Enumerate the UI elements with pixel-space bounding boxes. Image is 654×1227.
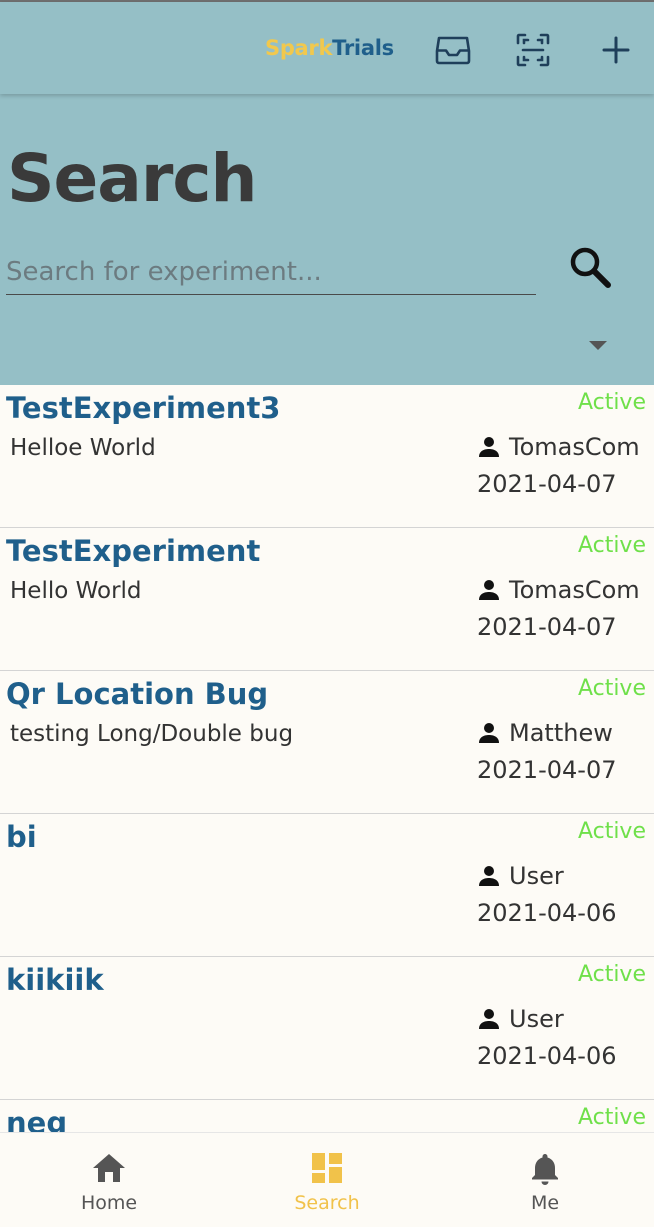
experiment-item[interactable]: kiikiik Active User 2021-04-06: [0, 957, 654, 1100]
qr-scan-button[interactable]: [513, 30, 553, 70]
experiment-owner: TomasCom: [478, 433, 640, 461]
home-icon: [93, 1154, 125, 1182]
experiment-date: 2021-04-06: [477, 1042, 617, 1070]
experiment-title: bi: [6, 820, 37, 854]
qr-scan-icon: [516, 33, 550, 67]
status-badge: Active: [577, 390, 646, 415]
experiment-item[interactable]: TestExperiment Hello World Active TomasCom 2…: [0, 528, 654, 671]
experiment-item[interactable]: neg Active: [0, 1100, 654, 1132]
status-badge: Active: [577, 533, 646, 558]
status-badge: Active: [577, 819, 646, 844]
person-icon: [479, 1009, 499, 1029]
experiment-title: Qr Location Bug: [6, 677, 269, 711]
experiment-description: Hello World: [10, 578, 142, 604]
nav-me-label: Me: [530, 1192, 560, 1214]
person-icon: [479, 437, 499, 457]
app-bar: SparkTrials: [0, 2, 654, 94]
experiment-date: 2021-04-07: [477, 613, 617, 641]
add-icon: [602, 36, 630, 64]
status-badge: Active: [577, 962, 646, 987]
experiment-owner-name: User: [509, 862, 564, 890]
search-header: Search: [0, 94, 654, 385]
person-icon: [479, 866, 499, 886]
inbox-icon: [435, 36, 471, 65]
experiment-description: Helloe World: [10, 435, 156, 461]
experiment-date: 2021-04-07: [477, 470, 617, 498]
bell-icon: [532, 1154, 558, 1185]
brand-spark: Spark: [265, 36, 333, 60]
bottom-navigation: Home Search Me: [0, 1132, 654, 1227]
experiment-owner: User: [478, 1005, 564, 1033]
person-icon: [479, 723, 499, 743]
dashboard-icon: [312, 1153, 342, 1183]
filter-dropdown[interactable]: [586, 338, 610, 350]
nav-search[interactable]: Search: [218, 1133, 436, 1227]
add-experiment-button[interactable]: [596, 30, 636, 70]
experiment-date: 2021-04-06: [477, 899, 617, 927]
experiment-owner: Matthew: [478, 719, 613, 747]
experiment-date: 2021-04-07: [477, 756, 617, 784]
inbox-button[interactable]: [433, 30, 473, 70]
app-brand: SparkTrials: [265, 36, 394, 60]
experiment-description: testing Long/Double bug: [10, 721, 294, 747]
search-input[interactable]: [6, 250, 536, 295]
experiment-title: TestExperiment3: [6, 391, 281, 425]
status-badge: Active: [577, 1105, 646, 1130]
experiment-owner-name: TomasCom: [509, 576, 640, 604]
experiment-item[interactable]: Qr Location Bug testing Long/Double bug Ac…: [0, 671, 654, 814]
nav-home-label: Home: [80, 1192, 138, 1214]
experiment-title: neg: [6, 1106, 68, 1132]
experiment-list: TestExperiment3 Helloe World Active TomasCo…: [0, 385, 654, 1132]
experiment-owner-name: Matthew: [509, 719, 613, 747]
experiment-item[interactable]: TestExperiment3 Helloe World Active TomasCo…: [0, 385, 654, 528]
status-badge: Active: [577, 676, 646, 701]
nav-home[interactable]: Home: [0, 1133, 218, 1227]
experiment-title: kiikiik: [6, 963, 104, 997]
experiment-owner-name: TomasCom: [509, 433, 640, 461]
nav-me[interactable]: Me: [436, 1133, 654, 1227]
experiment-title: TestExperiment: [6, 534, 261, 568]
experiment-owner-name: User: [509, 1005, 564, 1033]
experiment-owner: User: [478, 862, 564, 890]
page-title: Search: [7, 140, 257, 217]
experiment-owner: TomasCom: [478, 576, 640, 604]
search-icon: [570, 247, 611, 288]
caret-down-icon: [589, 341, 607, 350]
person-icon: [479, 580, 499, 600]
search-button[interactable]: [562, 239, 618, 295]
nav-search-label: Search: [294, 1192, 360, 1214]
experiment-item[interactable]: bi Active User 2021-04-06: [0, 814, 654, 957]
brand-trials: Trials: [332, 36, 394, 60]
